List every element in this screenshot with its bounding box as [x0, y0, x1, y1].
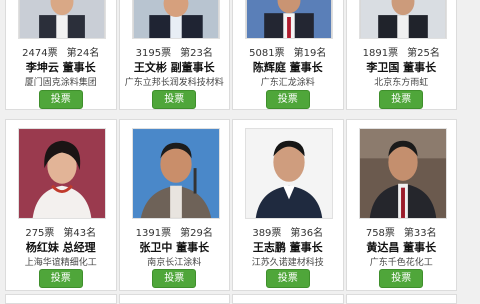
candidate-card: 389票 第36名 王志鹏 董事长 江苏久诺建材科技 投票 [232, 119, 344, 291]
candidate-photo [245, 128, 333, 219]
candidate-name: 王志鹏 董事长 [252, 241, 323, 254]
candidate-company: 北京东方雨虹 [374, 78, 429, 88]
candidate-company: 厦门固克涂料集团 [24, 78, 97, 88]
rank: 第24名 [66, 48, 100, 59]
rank: 第19名 [293, 48, 327, 59]
candidate-name: 陈辉庭 董事长 [252, 61, 323, 74]
candidate-company: 广东千色花化工 [369, 258, 433, 268]
candidate-card [5, 294, 117, 304]
vote-button[interactable]: 投票 [265, 269, 310, 288]
vote-button[interactable]: 投票 [152, 90, 197, 109]
candidate-card: 5081票 第19名 陈辉庭 董事长 广东汇龙涂料 投票 [232, 0, 344, 110]
candidate-photo [358, 128, 447, 219]
candidate-name: 王文彬 副董事长 [133, 61, 215, 74]
candidate-company: 南京长江涂料 [147, 258, 202, 268]
candidate-photo [131, 128, 220, 219]
candidate-photo [18, 128, 106, 219]
vote-button[interactable]: 投票 [152, 269, 197, 288]
vote-count: 275票 [25, 228, 55, 239]
vote-button[interactable]: 投票 [38, 90, 83, 109]
vote-count: 3195票 [135, 48, 172, 59]
candidate-card: 758票 第33名 黄达昌 董事长 广东千色花化工 投票 [345, 119, 457, 291]
vote-count: 1391票 [135, 228, 172, 239]
candidate-company: 上海华谊精细化工 [24, 258, 97, 268]
vote-button[interactable]: 投票 [379, 269, 424, 288]
candidate-row-1: 2474票 第24名 李坤云 董事长 厦门固克涂料集团 投票 3195票 第23名 … [5, 0, 457, 110]
candidate-card [345, 294, 457, 304]
vote-count: 2474票 [22, 48, 58, 59]
rank: 第23名 [180, 48, 213, 59]
candidate-card: 275票 第43名 杨红妹 总经理 上海华谊精细化工 投票 [5, 119, 117, 291]
vote-count: 1891票 [362, 48, 399, 59]
rank: 第33名 [403, 228, 437, 239]
candidate-card: 1891票 第25名 李卫国 董事长 北京东方雨虹 投票 [345, 0, 457, 110]
vote-button[interactable]: 投票 [38, 269, 83, 288]
rank: 第29名 [180, 228, 213, 239]
candidate-card [118, 294, 230, 304]
candidate-name: 黄达昌 董事长 [366, 241, 437, 254]
candidate-photo [18, 0, 106, 39]
vote-count: 389票 [252, 228, 282, 239]
candidate-name: 张卫中 董事长 [139, 241, 210, 254]
candidate-card: 1391票 第29名 张卫中 董事长 南京长江涂料 投票 [118, 119, 230, 291]
candidate-name: 李坤云 董事长 [25, 61, 96, 74]
vote-count: 758票 [365, 228, 395, 239]
rank: 第25名 [407, 48, 440, 59]
vote-button[interactable]: 投票 [265, 90, 310, 109]
candidate-photo [131, 0, 220, 39]
candidate-card: 3195票 第23名 王文彬 副董事长 广东立邦长润发科技材料 投票 [118, 0, 230, 110]
candidate-photo [245, 0, 333, 39]
candidate-row-3 [5, 294, 457, 304]
candidate-card [232, 294, 344, 304]
candidate-row-2: 275票 第43名 杨红妹 总经理 上海华谊精细化工 投票 1391票 第29名 张… [5, 119, 457, 291]
candidate-company: 广东汇龙涂料 [260, 78, 315, 88]
vote-count: 5081票 [249, 48, 285, 59]
candidate-name: 李卫国 董事长 [366, 61, 437, 74]
candidate-company: 江苏久诺建材科技 [251, 258, 324, 268]
candidate-page: 2474票 第24名 李坤云 董事长 厦门固克涂料集团 投票 3195票 第23名 … [0, 0, 480, 304]
rank: 第36名 [290, 228, 324, 239]
candidate-company: 广东立邦长润发科技材料 [124, 78, 224, 88]
candidate-photo [358, 0, 447, 39]
rank: 第43名 [63, 228, 97, 239]
candidate-card: 2474票 第24名 李坤云 董事长 厦门固克涂料集团 投票 [5, 0, 117, 110]
vote-button[interactable]: 投票 [379, 90, 424, 109]
candidate-name: 杨红妹 总经理 [25, 241, 96, 254]
